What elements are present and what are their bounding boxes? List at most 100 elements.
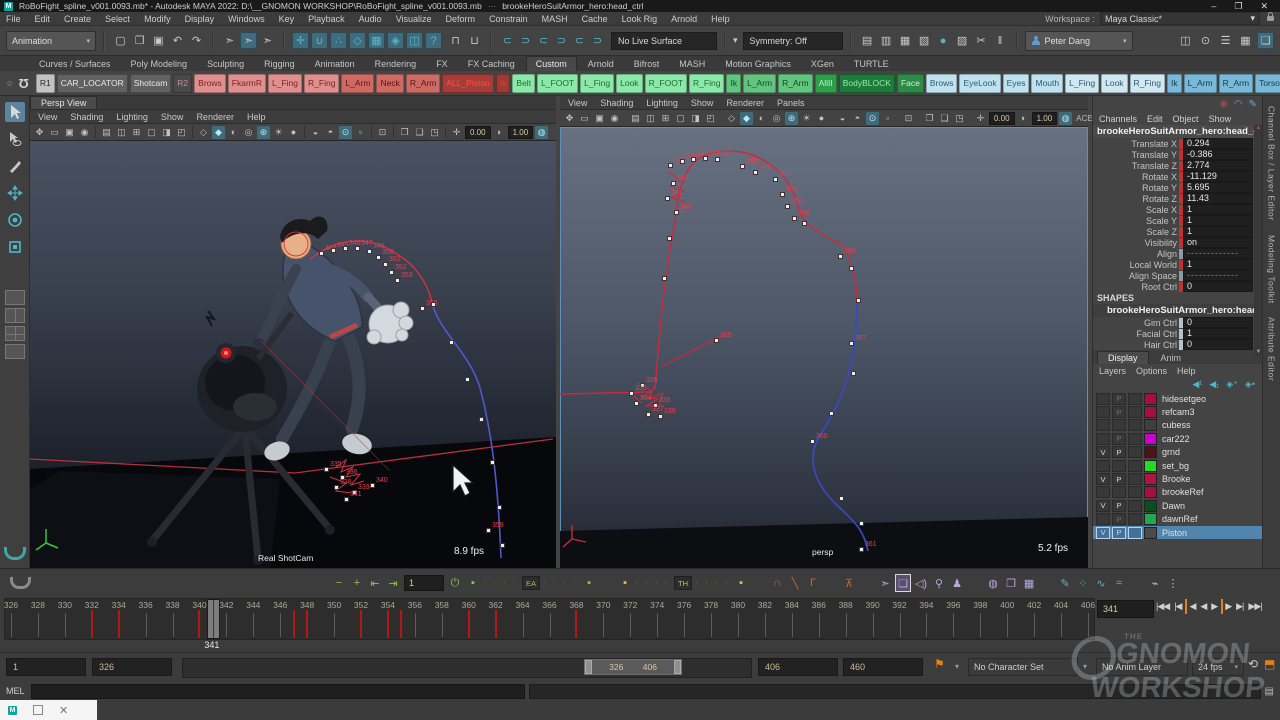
layer-playback-toggle[interactable]: P <box>1112 500 1126 512</box>
frame-back-icon[interactable]: ⇤ <box>368 575 382 591</box>
tangent-step-icon[interactable]: Γ <box>806 575 820 591</box>
timeline-playhead[interactable] <box>207 599 220 639</box>
left-viewport-menu-shading[interactable]: Shading <box>70 112 103 122</box>
layer-visibility-toggle[interactable] <box>1096 460 1110 472</box>
layer-mode-toggle[interactable] <box>1128 500 1142 512</box>
channel-box-menu-show[interactable]: Show <box>1209 114 1232 124</box>
viewport-toolbar-icon[interactable]: ▢ <box>674 112 687 125</box>
viewport-toolbar-icon[interactable]: ✛ <box>974 112 987 125</box>
shelf-tab-sculpting[interactable]: Sculpting <box>198 57 253 71</box>
menu-key[interactable]: Key <box>279 14 295 24</box>
shelf-tab-bifrost[interactable]: Bifrost <box>625 57 669 71</box>
new-scene-icon[interactable]: ▢ <box>112 32 129 49</box>
attribute-value-field[interactable]: 0 <box>1183 281 1253 292</box>
shelf-tab-rigging[interactable]: Rigging <box>255 57 304 71</box>
viewport-toolbar-icon[interactable]: ◒ <box>309 126 322 139</box>
render-sequence-icon[interactable]: ▨ <box>954 32 971 49</box>
shelf-button-r_arm[interactable]: R_Arm <box>778 74 812 93</box>
left-viewport-menu-help[interactable]: Help <box>247 112 266 122</box>
layer-visibility-toggle[interactable] <box>1096 393 1110 405</box>
attribute-value-field[interactable]: on <box>1183 237 1253 248</box>
viewport-toolbar-icon[interactable]: ⊙ <box>866 112 879 125</box>
layer-color-swatch[interactable] <box>1144 460 1157 472</box>
new-empty-layer-icon[interactable]: ◈⁺ <box>1226 379 1238 390</box>
layer-mode-toggle[interactable] <box>1128 486 1142 498</box>
shelf-button-l_arm[interactable]: L_Arm <box>1184 74 1217 93</box>
right-viewport-menu-panels[interactable]: Panels <box>777 98 805 108</box>
menu-set-dropdown[interactable]: Animation ▾ <box>6 31 96 51</box>
viewport-toolbar-icon[interactable]: ● <box>815 112 828 125</box>
left-viewport-menu-renderer[interactable]: Renderer <box>196 112 234 122</box>
attribute-value-field[interactable]: ------------- <box>1183 248 1253 259</box>
menu-playback[interactable]: Playback <box>308 14 345 24</box>
select-tool-icon[interactable] <box>5 102 25 122</box>
layer-mode-toggle[interactable] <box>1128 419 1142 431</box>
select-mode-icon[interactable]: ➣ <box>878 575 892 591</box>
layer-color-swatch[interactable] <box>1144 446 1157 458</box>
viewport-value-field[interactable]: 0.00 <box>465 126 491 139</box>
layer-menu-help[interactable]: Help <box>1177 366 1196 376</box>
snap-point-icon[interactable]: ∴ <box>330 32 347 49</box>
go-to-start-button[interactable]: |◀◀ <box>1155 599 1170 614</box>
shelf-tab-fx[interactable]: FX <box>427 57 457 71</box>
layer-mode-toggle[interactable] <box>1128 433 1142 445</box>
save-scene-icon[interactable]: ▣ <box>150 32 167 49</box>
annotate-chat-icon[interactable]: ❏ <box>896 575 910 591</box>
attribute-value-field[interactable]: ------------- <box>1183 270 1253 281</box>
user-account-dropdown[interactable]: Peter Dang ▾ <box>1025 31 1133 51</box>
undo-icon[interactable]: ↶ <box>169 32 186 49</box>
shelf-button-r_fing[interactable]: R_Fing <box>304 74 339 93</box>
viewport-toolbar-icon[interactable]: ☀ <box>272 126 285 139</box>
output-operations-icon[interactable]: ⊃ <box>517 32 534 49</box>
layer-color-swatch[interactable] <box>1144 406 1157 418</box>
mel-command-input[interactable] <box>31 684 525 699</box>
workspace-lock-icon[interactable] <box>1267 16 1274 21</box>
viewport-toolbar-icon[interactable]: ▤ <box>629 112 642 125</box>
right-viewport-menu-show[interactable]: Show <box>691 98 714 108</box>
viewport-toolbar-icon[interactable]: ▢ <box>145 126 158 139</box>
tab-channel-box[interactable]: Channel Box / Layer Editor <box>1267 106 1277 221</box>
workspace-dropdown[interactable]: Maya Classic* ▾ <box>1100 12 1260 25</box>
layer-color-swatch[interactable] <box>1144 393 1157 405</box>
construction-history-icon[interactable]: ⊂ <box>535 32 552 49</box>
pause-icon[interactable]: ‖ <box>992 32 1009 49</box>
viewport-toolbar-icon[interactable]: ⊞ <box>659 112 672 125</box>
layer-visibility-toggle[interactable]: V <box>1096 473 1110 485</box>
snap-center-icon[interactable]: ◈ <box>387 32 404 49</box>
viewport-toolbar-icon[interactable]: ✥ <box>33 126 46 139</box>
overflow-menu-icon[interactable]: ⋮ <box>1166 575 1180 591</box>
pencil-curve-icon[interactable]: ✎ <box>1058 575 1072 591</box>
viewport-toolbar-icon[interactable]: ◐ <box>227 126 240 139</box>
animation-end-field[interactable]: 460 <box>843 658 923 676</box>
shelf-tab-curvessurfaces[interactable]: Curves / Surfaces <box>30 57 120 71</box>
shelf-button-r_arm[interactable]: R_Arm <box>1219 74 1253 93</box>
shelf-button-brows[interactable]: Brows <box>926 74 958 93</box>
menu-help[interactable]: Help <box>711 14 730 24</box>
curve-tool-icon[interactable]: ∿ <box>1094 575 1108 591</box>
menu-display[interactable]: Display <box>185 14 215 24</box>
command-language-toggle[interactable]: MEL <box>6 686 25 696</box>
layer-visibility-toggle[interactable] <box>1096 486 1110 498</box>
snap-view-icon[interactable]: ▦ <box>368 32 385 49</box>
lasso-tool-icon[interactable] <box>5 129 25 149</box>
playback-end-field[interactable]: 406 <box>758 658 838 676</box>
history-dropdown-icon[interactable]: ⊃ <box>553 32 570 49</box>
viewport-toolbar-icon[interactable]: ◍ <box>1059 112 1072 125</box>
play-forwards-button[interactable]: ▶ <box>1210 599 1218 614</box>
attribute-value-field[interactable]: -0.386 <box>1183 149 1253 160</box>
viewport-toolbar-icon[interactable]: ⊛ <box>257 126 270 139</box>
shelf-button-l_fing[interactable]: L_Fing <box>580 74 614 93</box>
viewport-toolbar-icon[interactable]: ◰ <box>175 126 188 139</box>
channel-edit-icon[interactable]: ✎ <box>1249 99 1257 110</box>
layer-playback-toggle[interactable]: P <box>1112 527 1126 539</box>
snap-live-icon[interactable]: ◫ <box>406 32 423 49</box>
viewport-toolbar-icon[interactable]: ❐ <box>923 112 936 125</box>
layer-editor-tab-anim[interactable]: Anim <box>1151 352 1192 364</box>
set-key-icon[interactable]: ⊼ <box>842 575 856 591</box>
layer-row-piston[interactable]: VPPiston <box>1093 526 1263 539</box>
layer-playback-toggle[interactable] <box>1112 419 1126 431</box>
viewport-toolbar-icon[interactable]: ◎ <box>770 112 783 125</box>
open-scene-icon[interactable]: ❐ <box>131 32 148 49</box>
viewport-toolbar-icon[interactable]: ◓ <box>851 112 864 125</box>
channel-box-object-name[interactable]: brookeHeroSuitArmor_hero:head_ctrl <box>1093 125 1263 138</box>
